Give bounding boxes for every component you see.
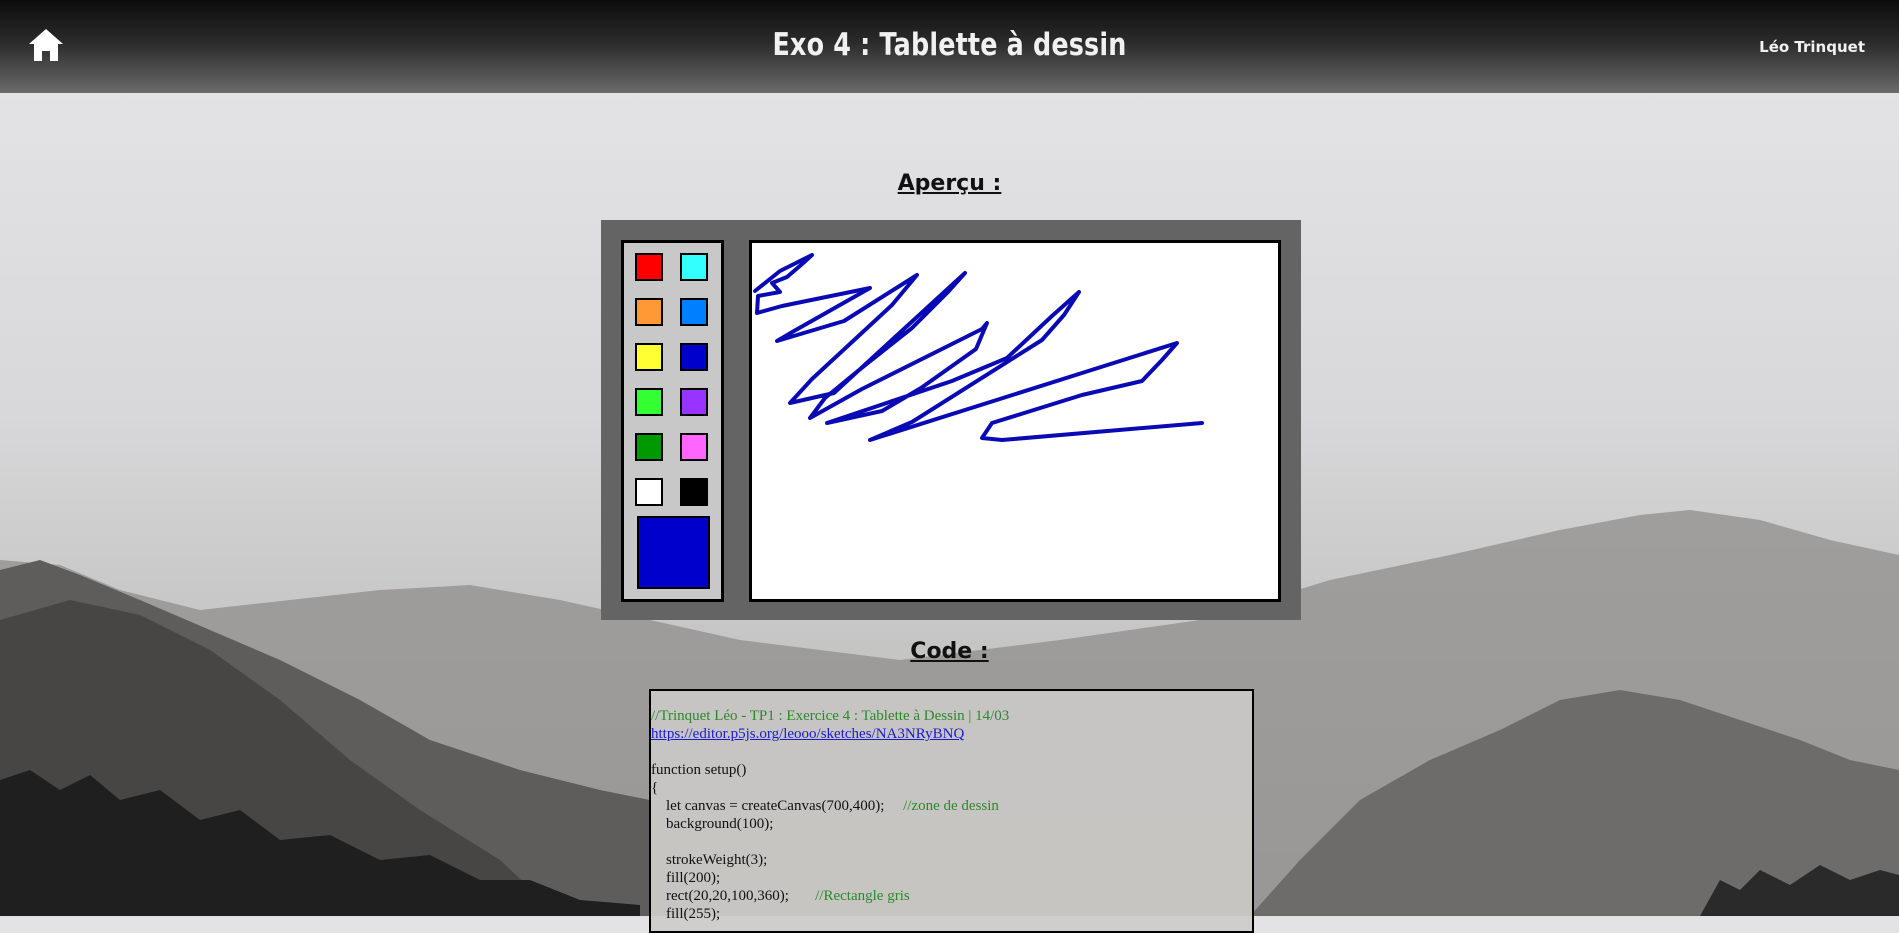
color-swatch[interactable] (635, 253, 663, 281)
code-listing: //Trinquet Léo - TP1 : Exercice 4 : Tabl… (649, 689, 1254, 933)
code-comment: //Rectangle gris (815, 888, 910, 904)
home-icon (29, 29, 63, 61)
code-line: rect(20,20,100,360); (651, 888, 789, 904)
page-title: Exo 4 : Tablette à dessin (772, 27, 1127, 63)
scribble-stroke (753, 253, 1204, 442)
author-name: Léo Trinquet (1759, 38, 1865, 56)
color-swatch[interactable] (680, 433, 708, 461)
code-comment: //zone de dessin (903, 798, 999, 814)
code-heading: Code : (910, 639, 989, 664)
drawing-canvas[interactable] (749, 240, 1281, 602)
color-swatch[interactable] (635, 298, 663, 326)
home-button[interactable] (27, 26, 65, 64)
drawing-tablet-preview (601, 220, 1301, 620)
selected-color-indicator (637, 516, 710, 589)
color-swatch[interactable] (635, 478, 663, 506)
top-header: Exo 4 : Tablette à dessin Léo Trinquet (0, 0, 1899, 93)
sketch-link[interactable]: https://editor.p5js.org/leooo/sketches/N… (651, 726, 964, 742)
code-line: background(100); (651, 816, 774, 832)
code-line: { (651, 780, 659, 796)
code-line: fill(200); (651, 870, 721, 886)
color-palette (621, 240, 724, 602)
preview-heading: Aperçu : (897, 171, 1002, 196)
code-comment-header: //Trinquet Léo - TP1 : Exercice 4 : Tabl… (651, 708, 1010, 724)
color-swatch[interactable] (635, 343, 663, 371)
color-swatch[interactable] (680, 298, 708, 326)
color-swatch[interactable] (680, 388, 708, 416)
color-swatch[interactable] (680, 253, 708, 281)
color-swatch[interactable] (635, 433, 663, 461)
code-line: let canvas = createCanvas(700,400); (651, 798, 885, 814)
color-swatch[interactable] (680, 478, 708, 506)
code-line: fill(255); (651, 906, 721, 922)
code-line: function setup() (651, 762, 747, 778)
code-line: strokeWeight(3); (651, 852, 768, 868)
color-swatch[interactable] (635, 388, 663, 416)
color-swatch[interactable] (680, 343, 708, 371)
